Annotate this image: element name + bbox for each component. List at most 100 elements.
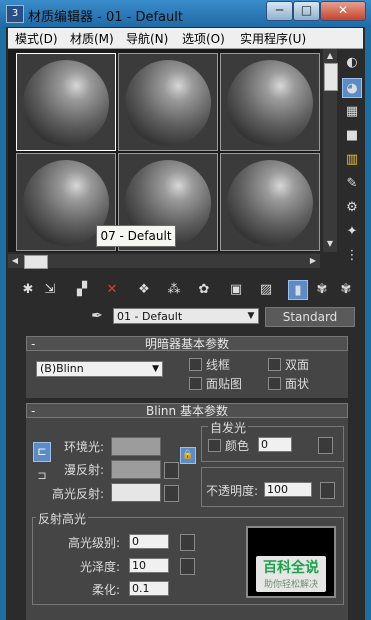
shader-type-dropdown[interactable]: (B)Blinn ▼: [36, 361, 163, 377]
maximize-button[interactable]: □: [293, 1, 320, 21]
soften-value: 0.1: [132, 582, 150, 595]
shader-rollout-title: 明暗器基本参数: [144, 337, 229, 351]
specular-highlights-title: 反射高光: [36, 510, 89, 527]
self-illum-spinner[interactable]: 0: [258, 437, 292, 452]
soften-label: 柔化:: [92, 583, 121, 597]
faceted-checkbox[interactable]: [268, 377, 281, 390]
app-icon[interactable]: 3: [6, 5, 24, 23]
faceted-label: 面状: [285, 377, 310, 391]
lock-icon[interactable]: 🔒: [180, 447, 196, 464]
make-unique-icon[interactable]: ❖: [134, 280, 154, 300]
blinn-rollout-title: Blinn 基本参数: [146, 404, 228, 418]
shader-rollout-header[interactable]: - 明暗器基本参数: [26, 336, 348, 351]
blinn-rollout-header[interactable]: - Blinn 基本参数: [26, 403, 348, 418]
menu-navigation[interactable]: 导航(N): [126, 30, 168, 47]
scroll-right-icon[interactable]: ▶: [307, 255, 319, 267]
minimize-button[interactable]: ─: [266, 1, 293, 21]
put-to-scene-icon[interactable]: ⇲: [40, 280, 60, 300]
specular-color-swatch[interactable]: [111, 483, 161, 502]
watermark-logo: 百科全说 助你轻松解决: [256, 556, 326, 592]
hscroll-thumb[interactable]: [24, 255, 48, 269]
material-type-button[interactable]: Standard: [265, 307, 355, 327]
scroll-up-icon[interactable]: ▲: [324, 50, 336, 62]
slot-tooltip: 07 - Default: [96, 225, 176, 247]
reset-map-icon[interactable]: ✕: [102, 280, 122, 300]
get-material-icon[interactable]: ✱: [18, 280, 38, 300]
collapse-icon[interactable]: -: [31, 337, 35, 352]
lock-ambient-diffuse-icon[interactable]: ⊏: [33, 442, 51, 462]
shader-type-value: (B)Blinn: [40, 362, 84, 375]
menu-mode[interactable]: 模式(D): [15, 30, 58, 47]
face-map-checkbox[interactable]: [189, 377, 202, 390]
sample-slot-1[interactable]: [16, 53, 116, 151]
go-forward-to-sibling-icon[interactable]: ✾: [312, 280, 332, 300]
material-id-channel-icon[interactable]: ✿: [194, 280, 214, 300]
specular-level-value: 0: [132, 535, 139, 548]
show-in-viewport-icon[interactable]: ▣: [226, 280, 246, 300]
sample-slot-6[interactable]: [220, 153, 320, 251]
ambient-label: 环境光:: [64, 440, 105, 454]
glossiness-spinner[interactable]: 10: [129, 558, 169, 573]
diffuse-map-button[interactable]: [164, 462, 179, 479]
self-illum-color-label: 颜色: [225, 439, 250, 453]
self-illumination-title: 自发光: [208, 419, 249, 436]
watermark-title: 百科全说: [263, 560, 319, 576]
specular-level-spinner[interactable]: 0: [129, 534, 169, 549]
chevron-down-icon[interactable]: ▼: [244, 309, 258, 323]
self-illum-map-button[interactable]: [318, 437, 333, 454]
title-bar: 3 材质编辑器 - 01 - Default ─ □ ✕: [0, 0, 371, 27]
ambient-color-swatch[interactable]: [111, 437, 161, 456]
sample-uv-tiling-icon[interactable]: ■: [342, 126, 362, 146]
material-sphere: [125, 60, 211, 146]
options-icon[interactable]: ⚙: [342, 198, 362, 218]
make-preview-icon[interactable]: ✎: [342, 174, 362, 194]
scroll-down-icon[interactable]: ▼: [324, 238, 336, 250]
material-sphere: [23, 60, 109, 146]
specular-map-button[interactable]: [164, 485, 179, 502]
two-sided-checkbox[interactable]: [268, 358, 281, 371]
glossiness-map-button[interactable]: [180, 558, 195, 575]
menu-options[interactable]: 选项(O): [182, 30, 225, 47]
collapse-icon[interactable]: -: [31, 404, 35, 419]
sample-type-icon[interactable]: ◐: [342, 53, 362, 73]
face-map-label: 面贴图: [206, 377, 243, 391]
material-map-navigator-icon[interactable]: ⋮: [342, 246, 362, 266]
self-illum-color-checkbox[interactable]: [208, 439, 221, 452]
glossiness-label: 光泽度:: [80, 560, 121, 574]
material-name-field[interactable]: 01 - Default: [113, 308, 259, 324]
close-button[interactable]: ✕: [320, 1, 366, 21]
assign-to-selection-icon[interactable]: ▞: [72, 280, 92, 300]
scroll-left-icon[interactable]: ◀: [9, 255, 21, 267]
window-title: 材质编辑器 - 01 - Default: [28, 10, 183, 25]
diffuse-label: 漫反射:: [64, 463, 105, 477]
sample-slots-hscroll[interactable]: [8, 254, 320, 268]
diffuse-color-swatch[interactable]: [111, 460, 161, 479]
wire-label: 线框: [206, 358, 231, 372]
put-to-library-icon[interactable]: ⁂: [164, 280, 184, 300]
menu-bar: 模式(D) 材质(M) 导航(N) 选项(O) 实用程序(U): [8, 28, 363, 49]
lock-diffuse-specular-icon[interactable]: ⊐: [35, 467, 49, 485]
menu-utilities[interactable]: 实用程序(U): [240, 30, 306, 47]
eyedropper-icon[interactable]: ✒: [88, 307, 106, 325]
menu-material[interactable]: 材质(M): [70, 30, 114, 47]
opacity-map-button[interactable]: [320, 482, 335, 499]
wire-checkbox[interactable]: [189, 358, 202, 371]
sample-slot-2[interactable]: [118, 53, 218, 151]
opacity-spinner[interactable]: 100: [264, 482, 312, 497]
specular-level-label: 高光级别:: [68, 536, 121, 550]
opacity-label: 不透明度:: [206, 484, 259, 498]
specular-level-map-button[interactable]: [180, 534, 195, 551]
backlight-icon[interactable]: ◕: [342, 78, 362, 98]
go-to-parent-icon[interactable]: ▮: [288, 280, 308, 300]
show-end-result-icon[interactable]: ▨: [256, 280, 276, 300]
pick-from-object-icon[interactable]: ✾: [336, 280, 356, 300]
video-color-check-icon[interactable]: ▥: [342, 150, 362, 170]
select-by-material-icon[interactable]: ✦: [342, 222, 362, 242]
chevron-down-icon: ▼: [152, 364, 159, 374]
soften-spinner[interactable]: 0.1: [129, 581, 169, 596]
vscroll-thumb[interactable]: [324, 63, 338, 91]
background-icon[interactable]: ▦: [342, 102, 362, 122]
two-sided-label: 双面: [285, 358, 310, 372]
sample-slot-3[interactable]: [220, 53, 320, 151]
watermark-subtitle: 助你轻松解决: [263, 580, 318, 590]
